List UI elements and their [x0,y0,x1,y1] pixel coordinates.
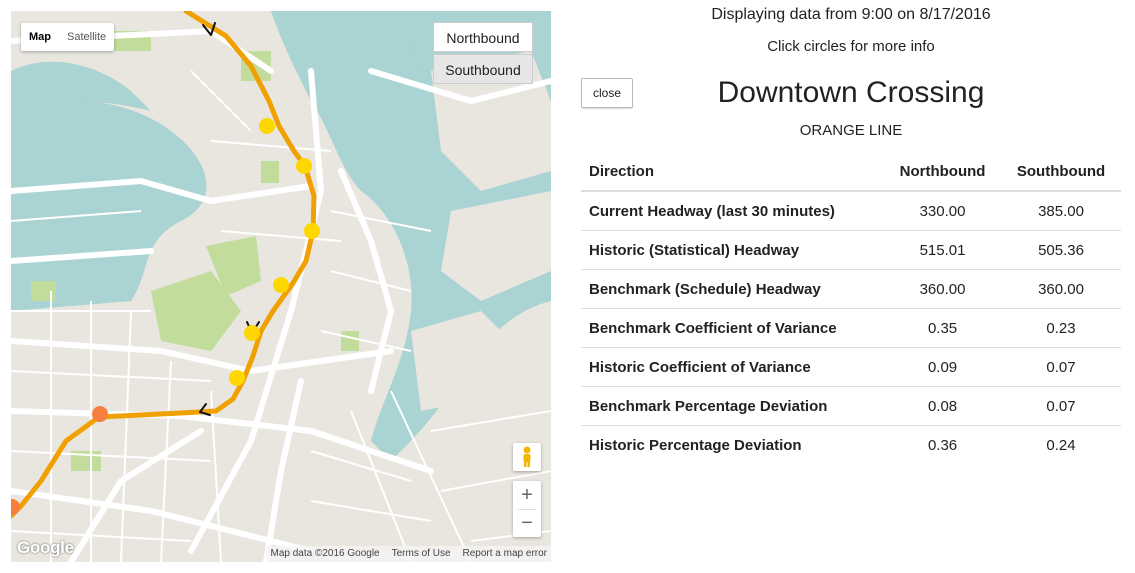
row-label: Historic (Statistical) Headway [581,230,885,270]
northbound-value: 515.01 [884,230,1002,270]
southbound-value: 0.07 [1001,347,1121,387]
column-header-direction: Direction [581,152,885,192]
column-header-northbound: Northbound [884,152,1002,192]
close-button[interactable]: close [581,78,633,108]
map-type-satellite-button[interactable]: Satellite [59,23,114,51]
northbound-value: 0.09 [884,347,1002,387]
map-attribution: Map data ©2016 Google Terms of Use Repor… [266,546,551,562]
row-label: Historic Coefficient of Variance [581,347,885,387]
map-basemap [11,11,551,562]
column-header-southbound: Southbound [1001,152,1121,192]
table-row: Historic Coefficient of Variance 0.09 0.… [581,347,1121,387]
headway-stats-table: Direction Northbound Southbound Current … [581,152,1121,464]
table-row: Benchmark (Schedule) Headway 360.00 360.… [581,269,1121,309]
southbound-value: 505.36 [1001,230,1121,270]
table-row: Current Headway (last 30 minutes) 330.00… [581,191,1121,231]
zoom-control: + − [513,481,541,537]
row-label: Benchmark Percentage Deviation [581,386,885,426]
stop-marker [259,118,275,134]
line-label: ORANGE LINE [799,122,903,139]
stop-marker-downtown-crossing [244,325,260,341]
table-header-row: Direction Northbound Southbound [581,152,1121,192]
google-logo[interactable]: Google [17,538,74,558]
table-row: Benchmark Percentage Deviation 0.08 0.07 [581,386,1121,426]
southbound-value: 0.07 [1001,386,1121,426]
table-row: Benchmark Coefficient of Variance 0.35 0… [581,308,1121,348]
zoom-out-button[interactable]: − [513,509,541,537]
row-label: Benchmark Coefficient of Variance [581,308,885,348]
stop-marker-alert [92,406,108,422]
instruction-text: Click circles for more info [767,38,935,55]
row-label: Current Headway (last 30 minutes) [581,191,885,231]
terms-of-use-link[interactable]: Terms of Use [392,546,451,562]
southbound-value: 385.00 [1001,191,1121,231]
northbound-value: 0.36 [927,436,958,454]
station-title: Downtown Crossing [717,76,985,109]
table-row: Historic Percentage Deviation 0.36 0.24 [581,426,1121,465]
northbound-value: 330.00 [884,191,1002,231]
zoom-in-button[interactable]: + [513,481,541,509]
report-map-error-link[interactable]: Report a map error [463,546,547,562]
southbound-value: 0.24 [1046,436,1076,454]
northbound-button[interactable]: Northbound [433,22,533,52]
row-label: Historic Percentage Deviation [589,436,802,454]
row-label: Benchmark (Schedule) Headway [581,269,885,309]
data-timestamp-heading: Displaying data from 9:00 on 8/17/2016 [711,6,991,23]
southbound-value: 0.23 [1001,308,1121,348]
northbound-value: 360.00 [884,269,1002,309]
map-data-credit: Map data ©2016 Google [270,548,380,559]
stop-marker [273,277,289,293]
stop-marker [296,158,312,174]
map-canvas[interactable]: Map Satellite Northbound Southbound + − … [11,11,551,562]
stop-marker [304,223,320,239]
northbound-value: 0.35 [884,308,1002,348]
street-view-pegman-icon[interactable] [513,443,541,471]
map-type-map-button[interactable]: Map [21,23,59,51]
northbound-value: 0.08 [884,386,1002,426]
table-row: Historic (Statistical) Headway 515.01 50… [581,230,1121,270]
map-type-control: Map Satellite [21,23,115,51]
southbound-button[interactable]: Southbound [433,54,533,84]
southbound-value: 360.00 [1001,269,1121,309]
stop-marker [229,370,245,386]
